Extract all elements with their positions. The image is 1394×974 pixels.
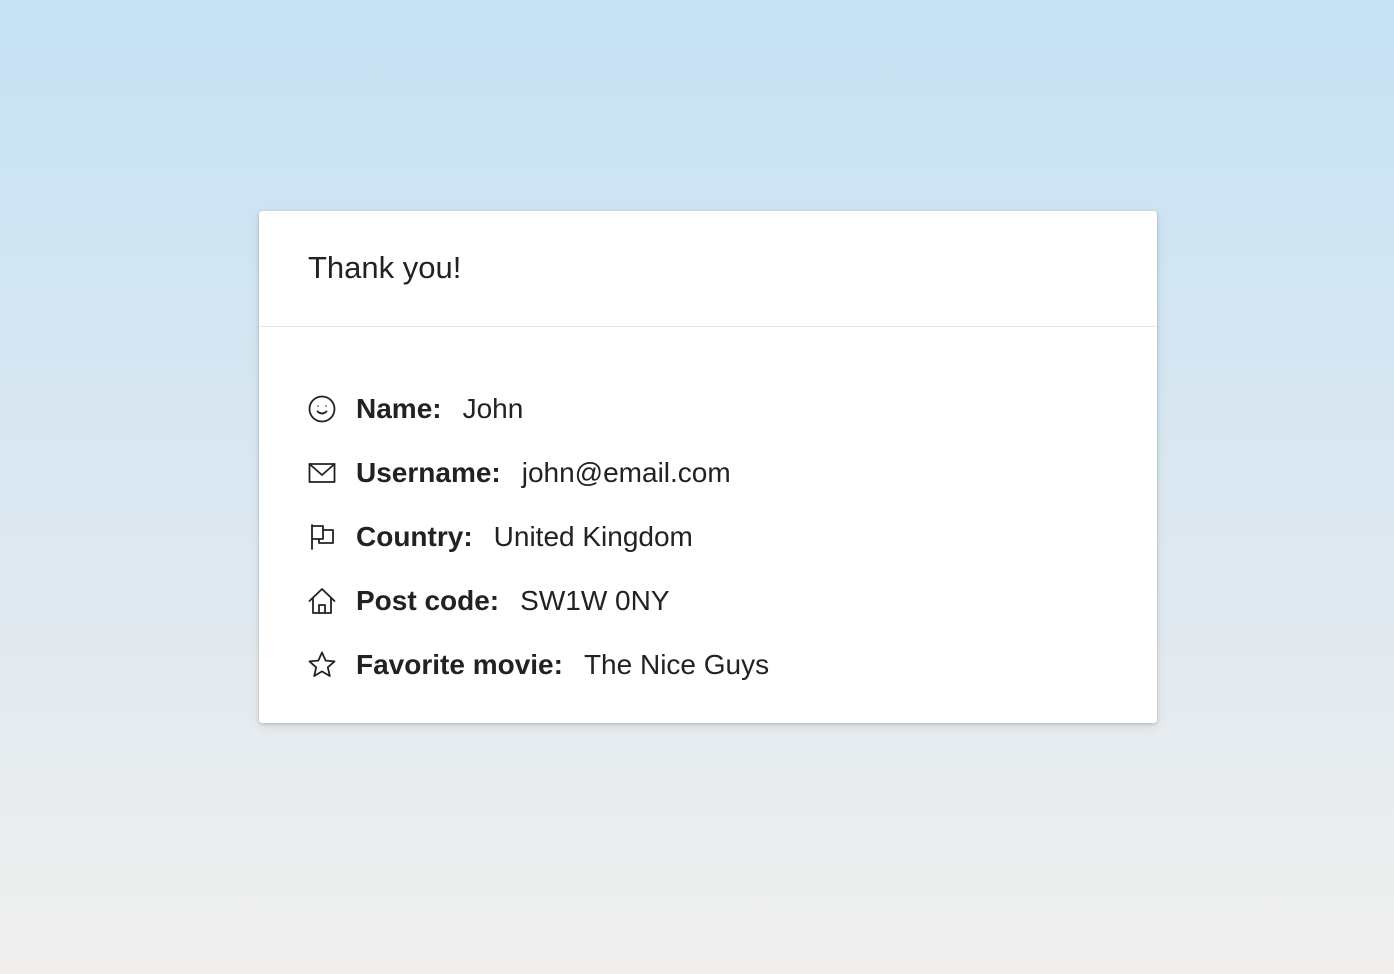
field-label: Username:	[356, 457, 501, 488]
field-row-postcode: Post code: SW1W 0NY	[306, 569, 1157, 633]
field-value: john@email.com	[521, 457, 731, 488]
field-label: Name:	[356, 393, 442, 424]
card-title: Thank you!	[308, 249, 462, 285]
smiley-icon	[306, 393, 338, 425]
flag-icon	[306, 521, 338, 553]
field-label: Post code:	[356, 585, 500, 616]
envelope-icon	[306, 457, 338, 489]
card-body: Name: John Username: john@email.com Coun…	[259, 327, 1157, 697]
confirmation-card: Thank you! Name: John Username: john@ema…	[259, 211, 1157, 723]
field-value: United Kingdom	[493, 521, 693, 552]
field-row-username: Username: john@email.com	[306, 441, 1157, 505]
field-value: John	[462, 393, 524, 424]
field-row-country: Country: United Kingdom	[306, 505, 1157, 569]
field-row-name: Name: John	[306, 377, 1157, 441]
field-label: Country:	[356, 521, 473, 552]
home-icon	[306, 585, 338, 617]
card-header: Thank you!	[259, 211, 1157, 327]
field-label: Favorite movie:	[356, 649, 563, 680]
field-value: The Nice Guys	[583, 649, 770, 680]
field-value: SW1W 0NY	[520, 585, 670, 616]
star-icon	[306, 649, 338, 681]
field-row-favorite-movie: Favorite movie: The Nice Guys	[306, 633, 1157, 697]
